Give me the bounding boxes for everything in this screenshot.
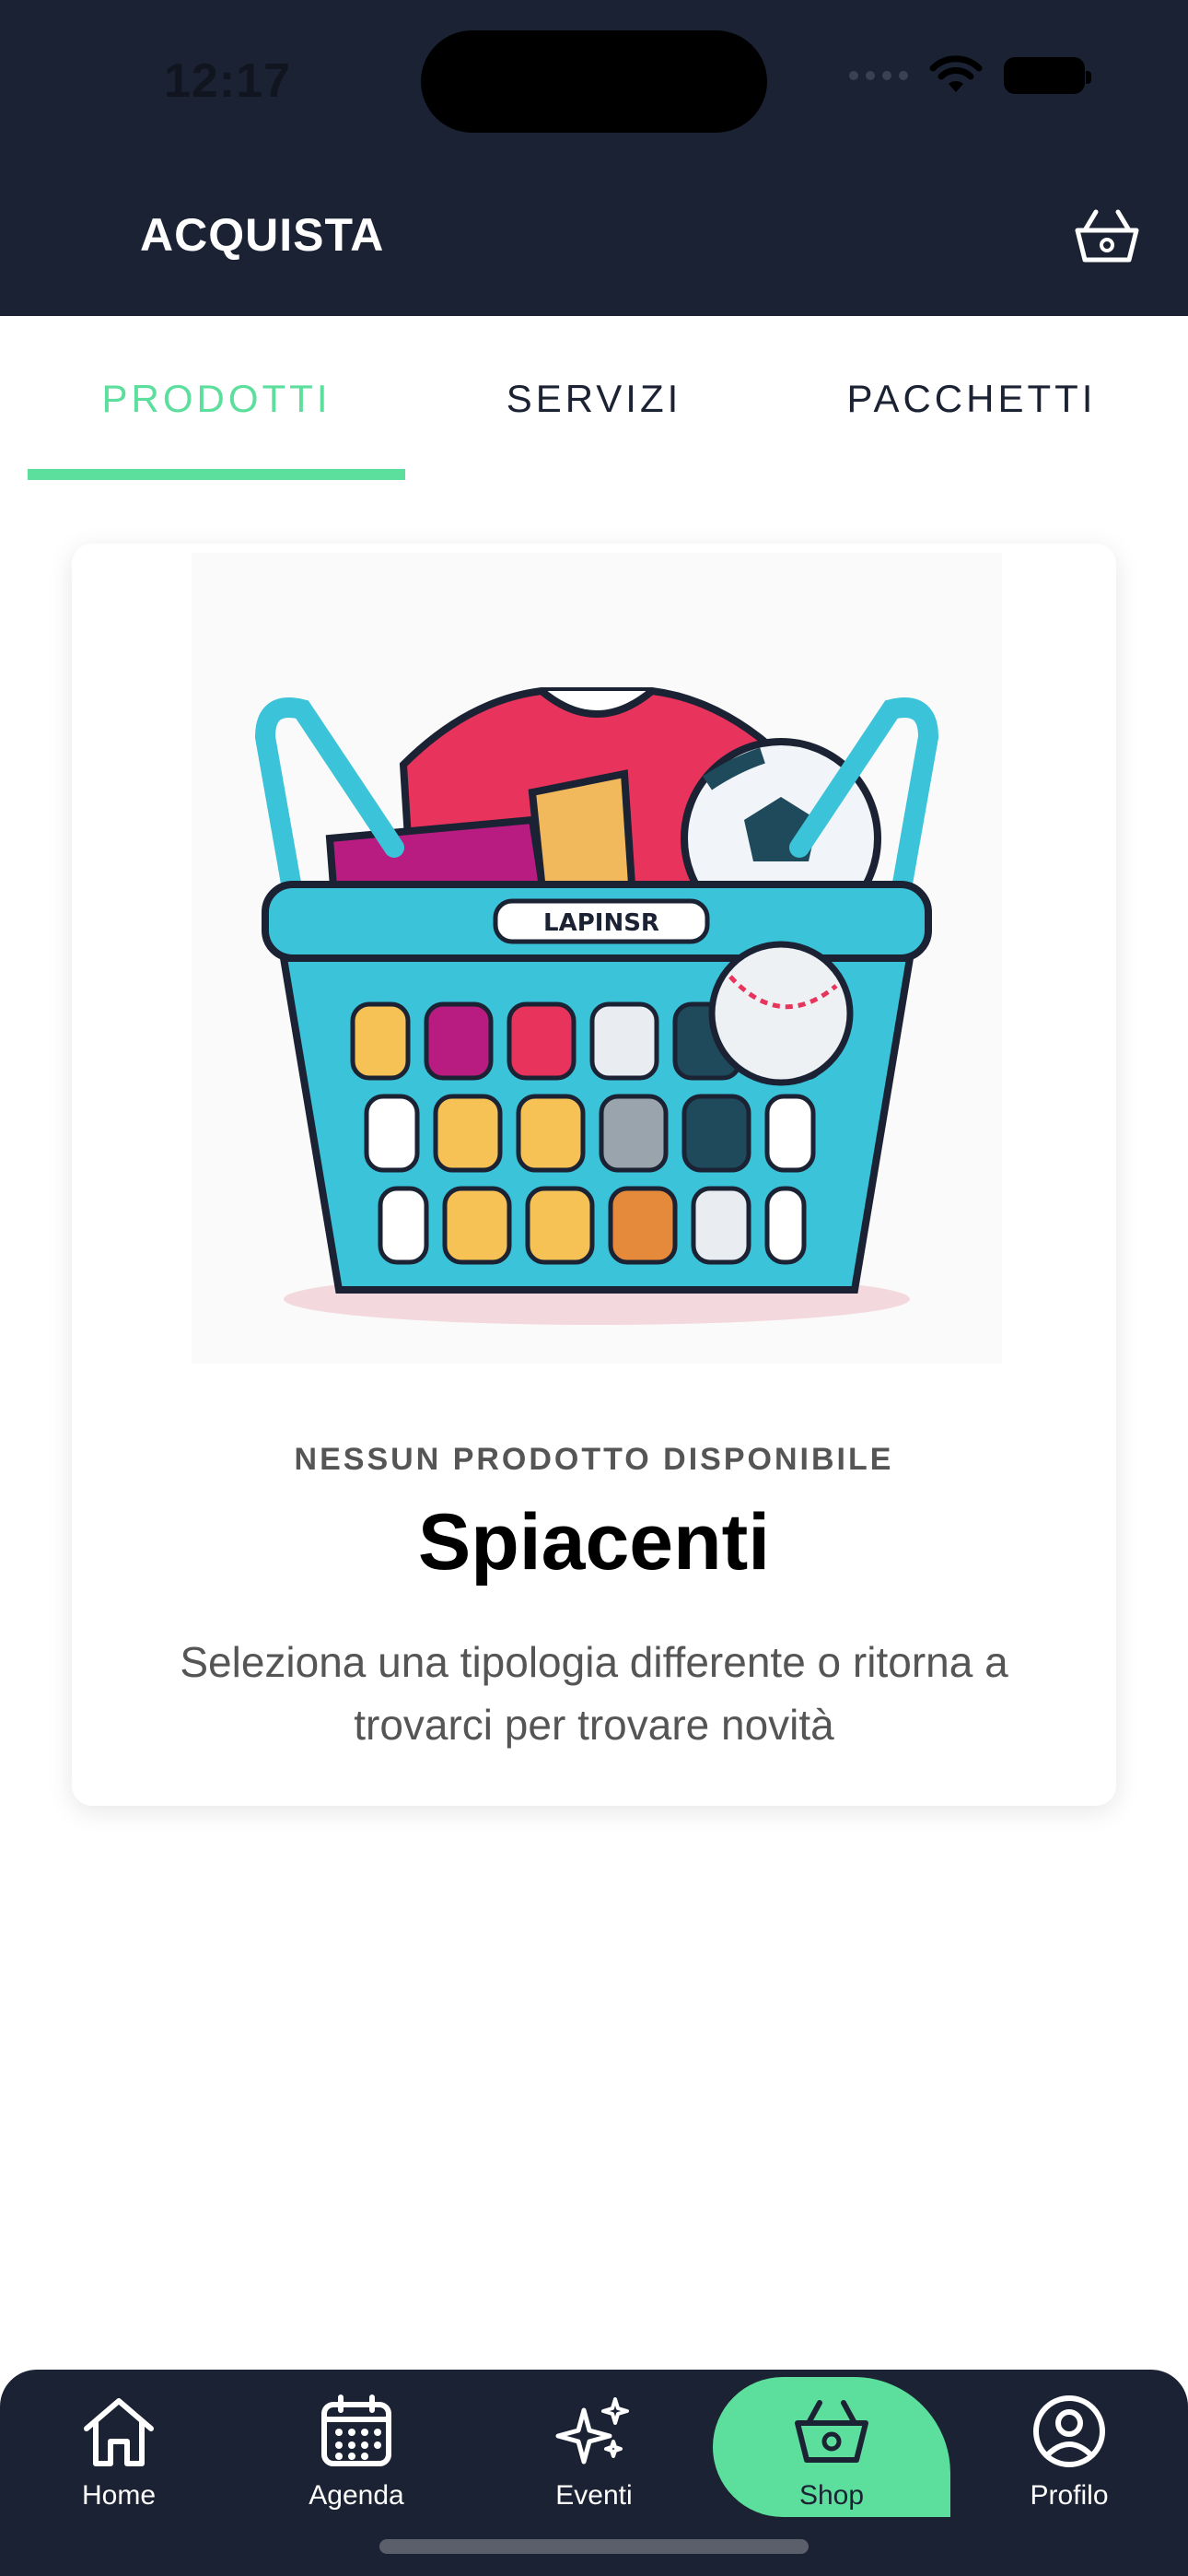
nav-item-shop[interactable]: Shop [713,2370,950,2517]
empty-state-description: Seleziona una tipologia differente o rit… [180,1638,1008,1749]
basket-tag-text: LAPINSR [543,909,659,937]
empty-state-eyebrow: NESSUN PRODOTTO DISPONIBILE [294,1442,894,1477]
basket-illustration: LAPINSR [192,553,1002,1364]
nav-label-agenda: Agenda [309,2480,404,2511]
nav-item-eventi[interactable]: Eventi [475,2370,713,2517]
battery-icon [1004,57,1091,94]
basket-icon[interactable] [1074,206,1140,265]
empty-state-card: LAPINSR NESSUN PRODOTTO DISPONIBILE Spia… [72,544,1116,1806]
user-circle-icon [1033,2395,1105,2467]
tab-prodotti[interactable]: PRODOTTI [28,316,405,482]
home-indicator[interactable] [379,2539,809,2554]
nav-label-shop: Shop [798,2480,865,2511]
tab-servizi[interactable]: SERVIZI [405,316,783,482]
home-icon [84,2398,154,2466]
tab-pacchetti[interactable]: PACCHETTI [783,316,1160,482]
dynamic-island [421,30,767,133]
nav-label-profilo: Profilo [1030,2480,1109,2511]
top-bar: 12:17 ACQUISTA [0,0,1188,316]
empty-state-title: Spiacenti [417,1498,771,1587]
calendar-icon [321,2395,391,2466]
cellular-signal-icon [849,71,908,80]
status-icons [849,55,1091,96]
nav-item-profilo[interactable]: Profilo [950,2370,1188,2517]
sparkles-icon [555,2397,629,2465]
nav-label-home: Home [81,2480,157,2511]
page-title: ACQUISTA [140,209,385,261]
category-tabs: PRODOTTI SERVIZI PACCHETTI [0,316,1188,482]
status-time: 12:17 [164,54,291,108]
wifi-icon [929,55,983,92]
nav-item-home[interactable]: Home [0,2370,238,2517]
basket-icon [795,2400,868,2463]
nav-item-agenda[interactable]: Agenda [238,2370,475,2517]
nav-label-eventi: Eventi [555,2480,633,2511]
